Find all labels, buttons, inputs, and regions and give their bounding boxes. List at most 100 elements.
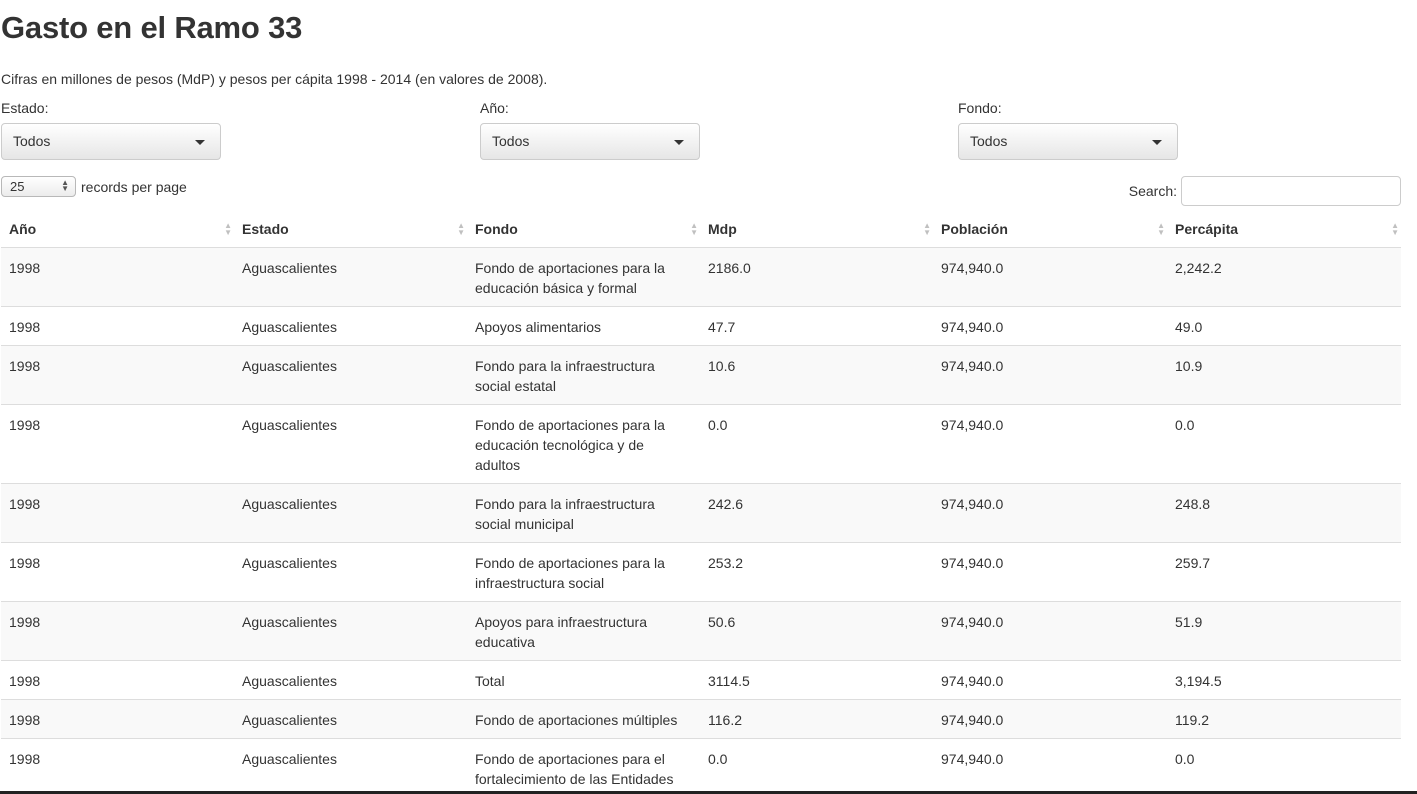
sort-icon: ▲ ▼ [923, 221, 931, 237]
cell-estado: Aguascalientes [234, 738, 467, 794]
cell-percapita: 119.2 [1167, 699, 1401, 739]
cell-estado: Aguascalientes [234, 404, 467, 484]
cell-anio: 1998 [1, 542, 234, 602]
cell-mdp: 242.6 [700, 483, 933, 543]
estado-select-value: Todos [13, 133, 51, 149]
cell-mdp: 116.2 [700, 699, 933, 739]
cell-fondo: Fondo para la infraestructura social mun… [467, 483, 700, 543]
column-header-estado[interactable]: Estado ▲ ▼ [234, 210, 467, 248]
column-header-percapita[interactable]: Percápita ▲ ▼ [1167, 210, 1401, 248]
cell-fondo: Fondo de aportaciones para el fortalecim… [467, 738, 700, 794]
estado-filter: Estado: Todos [1, 100, 221, 160]
cell-mdp: 3114.5 [700, 660, 933, 700]
table-row: 1998 Aguascalientes Fondo de aportacione… [1, 699, 1401, 739]
fondo-select[interactable]: Todos [958, 123, 1178, 160]
fondo-filter: Fondo: Todos [958, 100, 1178, 160]
sort-icon: ▲ ▼ [690, 221, 698, 237]
cell-percapita: 3,194.5 [1167, 660, 1401, 700]
cell-fondo: Apoyos alimentarios [467, 306, 700, 346]
cell-percapita: 2,242.2 [1167, 247, 1401, 307]
cell-anio: 1998 [1, 404, 234, 484]
fondo-filter-label: Fondo: [958, 100, 1002, 116]
search-control: Search: [1129, 176, 1401, 206]
column-header-fondo[interactable]: Fondo ▲ ▼ [467, 210, 700, 248]
cell-anio: 1998 [1, 699, 234, 739]
anio-select[interactable]: Todos [480, 123, 700, 160]
cell-fondo: Fondo para la infraestructura social est… [467, 345, 700, 405]
caret-down-icon [1152, 140, 1162, 145]
cell-fondo: Fondo de aportaciones para la educación … [467, 247, 700, 307]
cell-estado: Aguascalientes [234, 699, 467, 739]
estado-filter-label: Estado: [1, 100, 49, 116]
records-per-page-value: 25 [10, 179, 25, 194]
cell-mdp: 0.0 [700, 404, 933, 484]
records-per-page-control: 25 ▲ ▼ records per page [1, 176, 187, 197]
caret-down-icon [195, 140, 205, 145]
cell-mdp: 10.6 [700, 345, 933, 405]
data-table: Año ▲ ▼ Estado ▲ ▼ Fondo ▲ ▼ Mdp ▲ ▼ Población ▲ ▼… [1, 210, 1401, 794]
cell-estado: Aguascalientes [234, 247, 467, 307]
cell-poblacion: 974,940.0 [933, 404, 1167, 484]
page-subtitle: Cifras en millones de pesos (MdP) y peso… [1, 71, 548, 87]
table-row: 1998 Aguascalientes Apoyos alimentarios … [1, 306, 1401, 346]
sort-icon: ▲ ▼ [224, 221, 232, 237]
cell-anio: 1998 [1, 660, 234, 700]
sort-icon: ▲ ▼ [1391, 221, 1399, 237]
cell-anio: 1998 [1, 483, 234, 543]
cell-percapita: 51.9 [1167, 601, 1401, 661]
column-header-label: Mdp [708, 221, 737, 237]
sort-icon: ▲ ▼ [457, 221, 465, 237]
records-per-page-select[interactable]: 25 ▲ ▼ [1, 176, 76, 197]
table-row: 1998 Aguascalientes Apoyos para infraest… [1, 601, 1401, 661]
table-body: 1998 Aguascalientes Fondo de aportacione… [1, 247, 1401, 794]
cell-poblacion: 974,940.0 [933, 660, 1167, 700]
fondo-select-value: Todos [970, 133, 1008, 149]
cell-poblacion: 974,940.0 [933, 306, 1167, 346]
cell-fondo: Fondo de aportaciones para la educación … [467, 404, 700, 484]
cell-estado: Aguascalientes [234, 542, 467, 602]
cell-mdp: 50.6 [700, 601, 933, 661]
table-row: 1998 Aguascalientes Fondo de aportacione… [1, 404, 1401, 484]
cell-percapita: 49.0 [1167, 306, 1401, 346]
table-row: 1998 Aguascalientes Fondo de aportacione… [1, 738, 1401, 794]
cell-fondo: Fondo de aportaciones para la infraestru… [467, 542, 700, 602]
cell-fondo: Apoyos para infraestructura educativa [467, 601, 700, 661]
page-title: Gasto en el Ramo 33 [1, 10, 303, 45]
caret-down-icon [674, 140, 684, 145]
anio-filter-label: Año: [480, 100, 509, 116]
column-header-poblacion[interactable]: Población ▲ ▼ [933, 210, 1167, 248]
cell-percapita: 0.0 [1167, 738, 1401, 794]
records-per-page-label: records per page [81, 178, 187, 195]
cell-estado: Aguascalientes [234, 306, 467, 346]
cell-mdp: 47.7 [700, 306, 933, 346]
cell-mdp: 253.2 [700, 542, 933, 602]
cell-poblacion: 974,940.0 [933, 483, 1167, 543]
cell-poblacion: 974,940.0 [933, 542, 1167, 602]
cell-percapita: 0.0 [1167, 404, 1401, 484]
cell-estado: Aguascalientes [234, 345, 467, 405]
cell-estado: Aguascalientes [234, 660, 467, 700]
cell-estado: Aguascalientes [234, 483, 467, 543]
column-header-label: Año [9, 221, 37, 237]
table-header-row: Año ▲ ▼ Estado ▲ ▼ Fondo ▲ ▼ Mdp ▲ ▼ Población ▲ ▼… [1, 210, 1401, 248]
column-header-mdp[interactable]: Mdp ▲ ▼ [700, 210, 933, 248]
cell-anio: 1998 [1, 738, 234, 794]
cell-anio: 1998 [1, 601, 234, 661]
cell-poblacion: 974,940.0 [933, 345, 1167, 405]
column-header-anio[interactable]: Año ▲ ▼ [1, 210, 234, 248]
anio-filter: Año: Todos [480, 100, 700, 160]
anio-select-value: Todos [492, 133, 530, 149]
column-header-label: Población [941, 221, 1008, 237]
sort-icon: ▲ ▼ [1157, 221, 1165, 237]
cell-fondo: Total [467, 660, 700, 700]
cell-percapita: 259.7 [1167, 542, 1401, 602]
cell-anio: 1998 [1, 306, 234, 346]
estado-select[interactable]: Todos [1, 123, 221, 160]
cell-poblacion: 974,940.0 [933, 699, 1167, 739]
table-row: 1998 Aguascalientes Fondo de aportacione… [1, 247, 1401, 307]
cell-poblacion: 974,940.0 [933, 247, 1167, 307]
table-row: 1998 Aguascalientes Total 3114.5 974,940… [1, 660, 1401, 700]
search-label: Search: [1128, 183, 1177, 199]
table-row: 1998 Aguascalientes Fondo para la infrae… [1, 345, 1401, 405]
search-input[interactable] [1181, 176, 1401, 206]
